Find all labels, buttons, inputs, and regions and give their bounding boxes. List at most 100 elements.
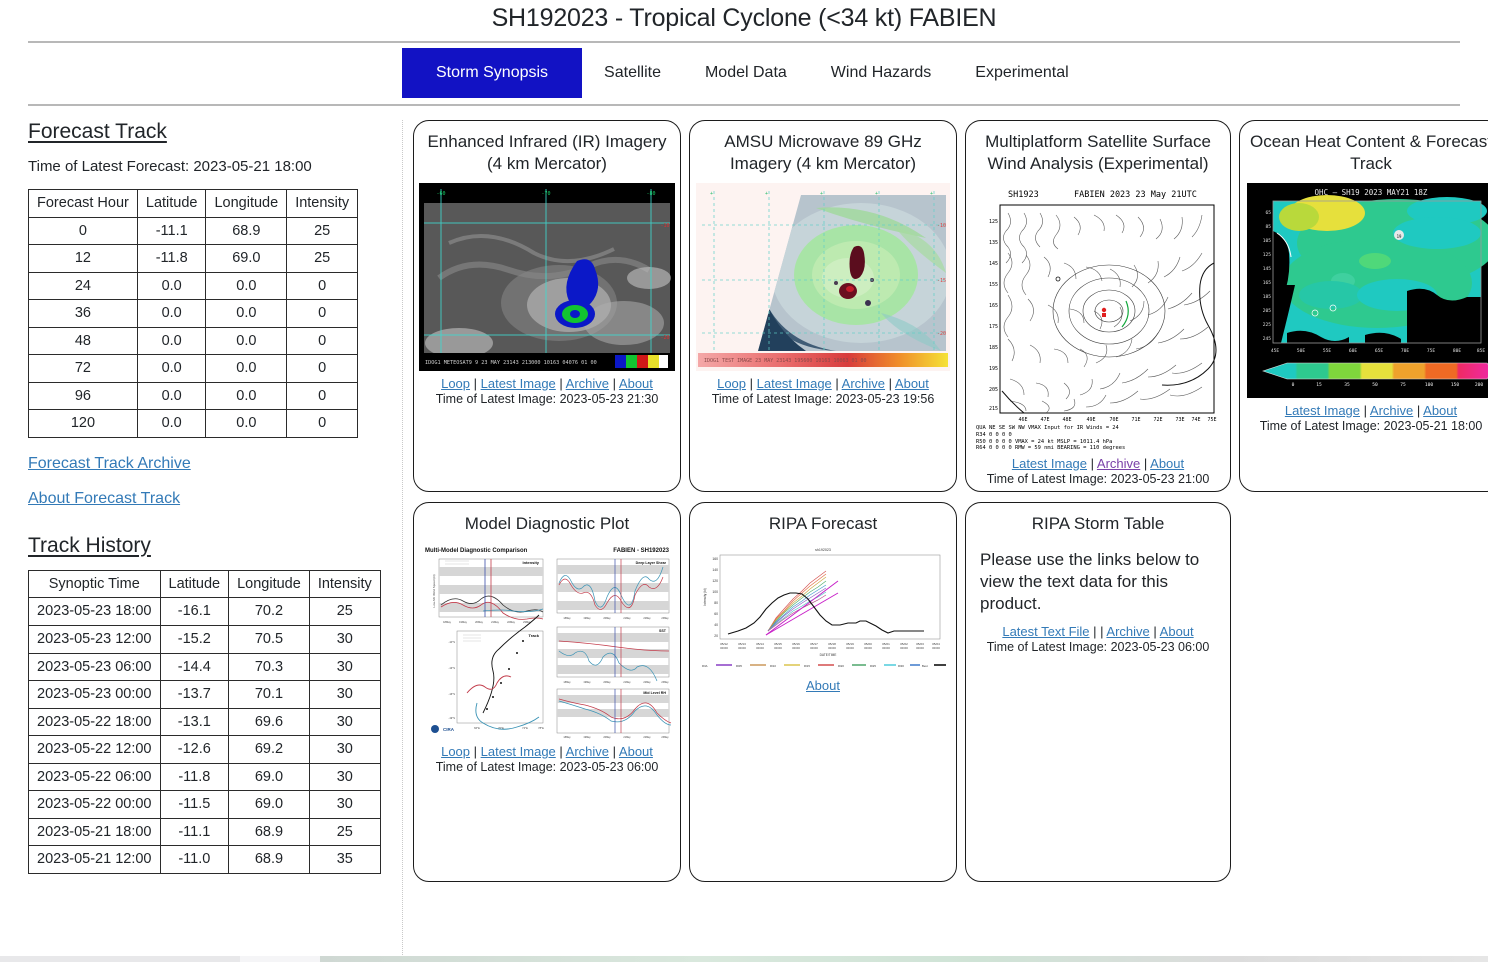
link-latest-image[interactable]: Latest Image (481, 744, 556, 759)
svg-text:00:00: 00:00 (774, 646, 782, 650)
panel-title-wind-analysis: Multiplatform Satellite Surface Wind Ana… (976, 131, 1220, 175)
table-row: 2023-05-23 18:00 -16.1 70.2 25 (29, 598, 381, 626)
col-intensity: Intensity (309, 570, 380, 598)
link-about[interactable]: About (806, 678, 840, 693)
cell-lon: 0.0 (206, 272, 287, 300)
table-row: 2023-05-22 12:00 -12.6 69.2 30 (29, 736, 381, 764)
svg-text:70E: 70E (1109, 417, 1118, 423)
tab-wind-hazards[interactable]: Wind Hazards (809, 48, 953, 98)
svg-text:0: 0 (1292, 382, 1295, 388)
link-about[interactable]: About (895, 376, 929, 391)
svg-text:-10: -10 (660, 223, 669, 229)
link-loop[interactable]: Loop (441, 376, 470, 391)
link-about[interactable]: About (619, 744, 653, 759)
cell-hour: 36 (29, 300, 138, 328)
svg-text:49E: 49E (1086, 417, 1095, 423)
svg-text:73E: 73E (1175, 417, 1184, 423)
link-archive[interactable]: Archive (566, 744, 609, 759)
link-archive[interactable]: Archive (566, 376, 609, 391)
cell-int: 0 (287, 327, 358, 355)
ohc-image[interactable]: OHC — SH19 2023 MAY21 18Z (1247, 183, 1488, 398)
link-latest-image[interactable]: Latest Image (1285, 403, 1360, 418)
model-diagnostic-image[interactable]: Multi-Model Diagnostic Comparison FABIEN… (421, 543, 673, 739)
panel-title-ripa-forecast: RIPA Forecast (769, 513, 877, 535)
cell-time: 2023-05-23 12:00 (29, 626, 161, 654)
tab-satellite[interactable]: Satellite (582, 48, 683, 98)
link-archive[interactable]: Archive (842, 376, 885, 391)
svg-text:35: 35 (1344, 382, 1350, 388)
ripa-forecast-image[interactable]: sh192023 160140 120100 8060 4020 Intensi… (698, 543, 948, 673)
svg-text:18May: 18May (563, 736, 571, 739)
tabbar-divider (28, 104, 1460, 106)
svg-text:CIRA: CIRA (443, 727, 455, 732)
link-about[interactable]: About (1423, 403, 1457, 418)
svg-text:48E: 48E (1062, 417, 1071, 423)
svg-text:00:00: 00:00 (900, 646, 908, 650)
svg-text:00:00: 00:00 (882, 646, 890, 650)
col-longitude: Longitude (206, 190, 287, 218)
svg-text:Best: Best (922, 664, 928, 668)
link-latest-text-file[interactable]: Latest Text File (1002, 624, 1089, 639)
page-title: SH192023 - Tropical Cyclone (<34 kt) FAB… (0, 0, 1488, 41)
cell-int: 25 (287, 245, 358, 273)
svg-text:23May: 23May (523, 620, 531, 624)
enhanced-ir-image[interactable]: -60 -70 -80 -10 -20 IDOG1 METEOSAT9 9 23… (419, 183, 675, 371)
table-row: 2023-05-21 18:00 -11.1 68.9 25 (29, 818, 381, 846)
ripa-storm-table-timestamp: Time of Latest Image: 2023-05-23 06:00 (987, 640, 1210, 654)
svg-text:21May: 21May (623, 681, 631, 684)
track-history-heading: Track History (28, 534, 380, 558)
amsu-image[interactable]: ++ +++ -10 -15 -20 (696, 183, 950, 371)
svg-text:Low-Sfc Wind Speed (kt): Low-Sfc Wind Speed (kt) (432, 574, 436, 607)
svg-text:145: 145 (989, 261, 998, 267)
cell-int: 30 (309, 653, 380, 681)
enhanced-ir-links: Loop | Latest Image | Archive | About (441, 376, 653, 391)
svg-text:RI30: RI30 (898, 664, 904, 668)
link-latest-image[interactable]: Latest Image (481, 376, 556, 391)
link-loop[interactable]: Loop (717, 376, 746, 391)
wind-analysis-image[interactable]: SH1923 FABIEN 2023 23 May 21UTC 125135 1… (974, 183, 1222, 451)
link-loop[interactable]: Loop (441, 744, 470, 759)
svg-text:40: 40 (714, 623, 718, 627)
link-archive[interactable]: Archive (1106, 624, 1149, 639)
link-about[interactable]: About (1160, 624, 1194, 639)
svg-text:165: 165 (1263, 280, 1272, 286)
forecast-latest-time: Time of Latest Forecast: 2023-05-21 18:0… (28, 158, 380, 175)
about-forecast-track-link[interactable]: About Forecast Track (28, 490, 380, 508)
link-archive[interactable]: Archive (1097, 456, 1140, 471)
svg-text:200: 200 (1475, 382, 1484, 388)
svg-text:215: 215 (989, 406, 998, 412)
table-row: 2023-05-22 00:00 -11.5 69.0 30 (29, 791, 381, 819)
cell-int: 25 (287, 217, 358, 245)
cell-lon: 70.5 (229, 626, 310, 654)
tab-model-data[interactable]: Model Data (683, 48, 809, 98)
svg-text:21May: 21May (491, 620, 499, 624)
svg-text:70E: 70E (1401, 348, 1410, 354)
link-latest-image[interactable]: Latest Image (1012, 456, 1087, 471)
svg-text:45E: 45E (1271, 348, 1280, 354)
link-latest-image[interactable]: Latest Image (757, 376, 832, 391)
svg-text:65E: 65E (1375, 348, 1384, 354)
svg-text:Intensity: Intensity (523, 560, 540, 565)
svg-text:125: 125 (1263, 252, 1272, 258)
svg-text:-10°S: -10°S (448, 640, 455, 644)
svg-text:R64 0 0 0 0: R64 0 0 0 0 RMW = 59 nmi BEARING = 110 d… (976, 445, 1125, 451)
page-root: SH192023 - Tropical Cyclone (<34 kt) FAB… (0, 0, 1488, 962)
svg-text:100: 100 (1425, 382, 1434, 388)
ripa-storm-table-links: Latest Text File | | Archive | About (1002, 624, 1193, 639)
svg-text:Intensity (kt): Intensity (kt) (703, 588, 707, 605)
cell-int: 35 (309, 846, 380, 874)
svg-text:140: 140 (712, 568, 718, 572)
svg-text:-15: -15 (937, 278, 946, 284)
cell-lon: 0.0 (206, 300, 287, 328)
table-row: 48 0.0 0.0 0 (29, 327, 358, 355)
link-archive[interactable]: Archive (1370, 403, 1413, 418)
svg-text:Mid Level RH: Mid Level RH (643, 691, 666, 695)
link-about[interactable]: About (619, 376, 653, 391)
cell-int: 0 (287, 300, 358, 328)
link-about[interactable]: About (1150, 456, 1184, 471)
wind-analysis-links: Latest Image | Archive | About (1012, 456, 1184, 471)
table-row: 2023-05-21 12:00 -11.0 68.9 35 (29, 846, 381, 874)
forecast-track-archive-link[interactable]: Forecast Track Archive (28, 455, 380, 473)
tab-storm-synopsis[interactable]: Storm Synopsis (402, 48, 582, 98)
tab-experimental[interactable]: Experimental (953, 48, 1090, 98)
